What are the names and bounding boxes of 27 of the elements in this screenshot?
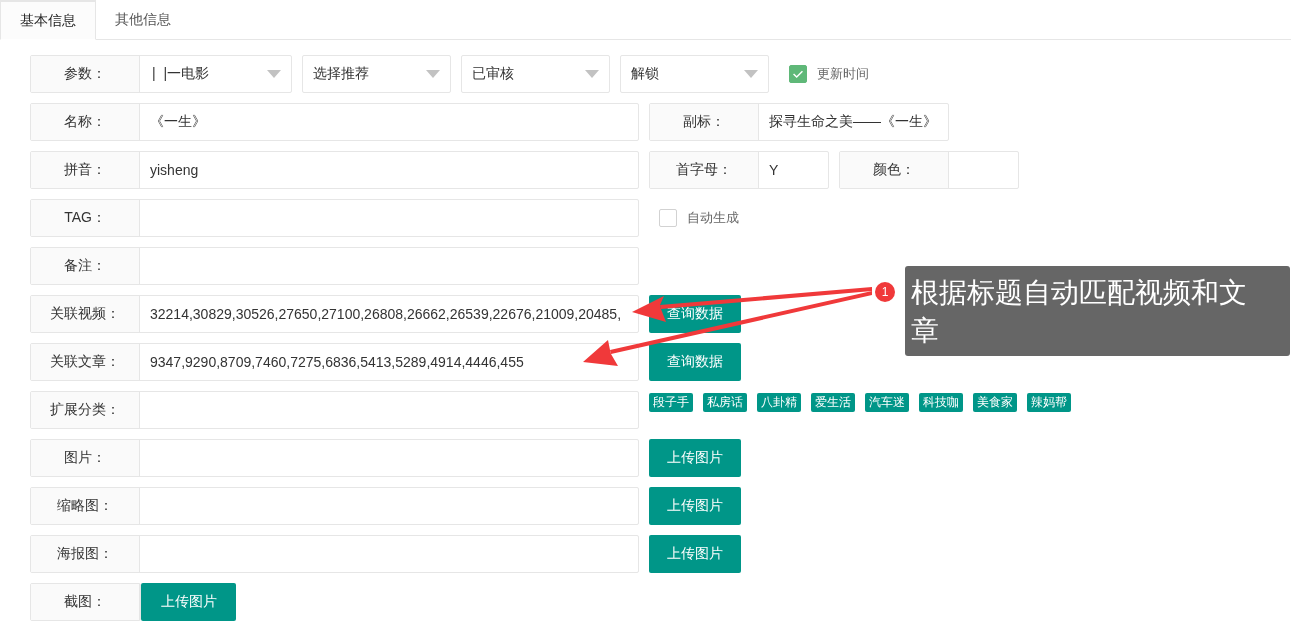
- field-label: 截图：: [31, 584, 140, 620]
- checkbox-label: 更新时间: [817, 65, 869, 83]
- select-field[interactable]: 解锁: [620, 55, 769, 93]
- category-tag[interactable]: 段子手: [649, 393, 693, 412]
- category-tag[interactable]: 私房话: [703, 393, 747, 412]
- upload-button[interactable]: 上传图片: [649, 439, 741, 477]
- query-button[interactable]: 查询数据: [649, 343, 741, 381]
- select-field[interactable]: 选择推荐: [302, 55, 451, 93]
- category-tag[interactable]: 爱生活: [811, 393, 855, 412]
- category-tag[interactable]: 美食家: [973, 393, 1017, 412]
- category-tag[interactable]: 汽车迷: [865, 393, 909, 412]
- category-tag[interactable]: 辣妈帮: [1027, 393, 1071, 412]
- checkbox[interactable]: [789, 65, 807, 83]
- caret-icon: [585, 70, 599, 78]
- select-field[interactable]: 已审核: [461, 55, 610, 93]
- checkbox[interactable]: [659, 209, 677, 227]
- caret-icon: [426, 70, 440, 78]
- caret-icon: [744, 70, 758, 78]
- upload-button[interactable]: 上传图片: [141, 583, 236, 621]
- category-tag[interactable]: 科技咖: [919, 393, 963, 412]
- annotation-callout: 根据标题自动匹配视频和文章: [905, 266, 1290, 356]
- upload-button[interactable]: 上传图片: [649, 487, 741, 525]
- checkbox-label: 自动生成: [687, 209, 739, 227]
- step-badge: 1: [875, 282, 895, 302]
- upload-button[interactable]: 上传图片: [649, 535, 741, 573]
- category-tag[interactable]: 八卦精: [757, 393, 801, 412]
- tab[interactable]: 基本信息: [0, 0, 96, 40]
